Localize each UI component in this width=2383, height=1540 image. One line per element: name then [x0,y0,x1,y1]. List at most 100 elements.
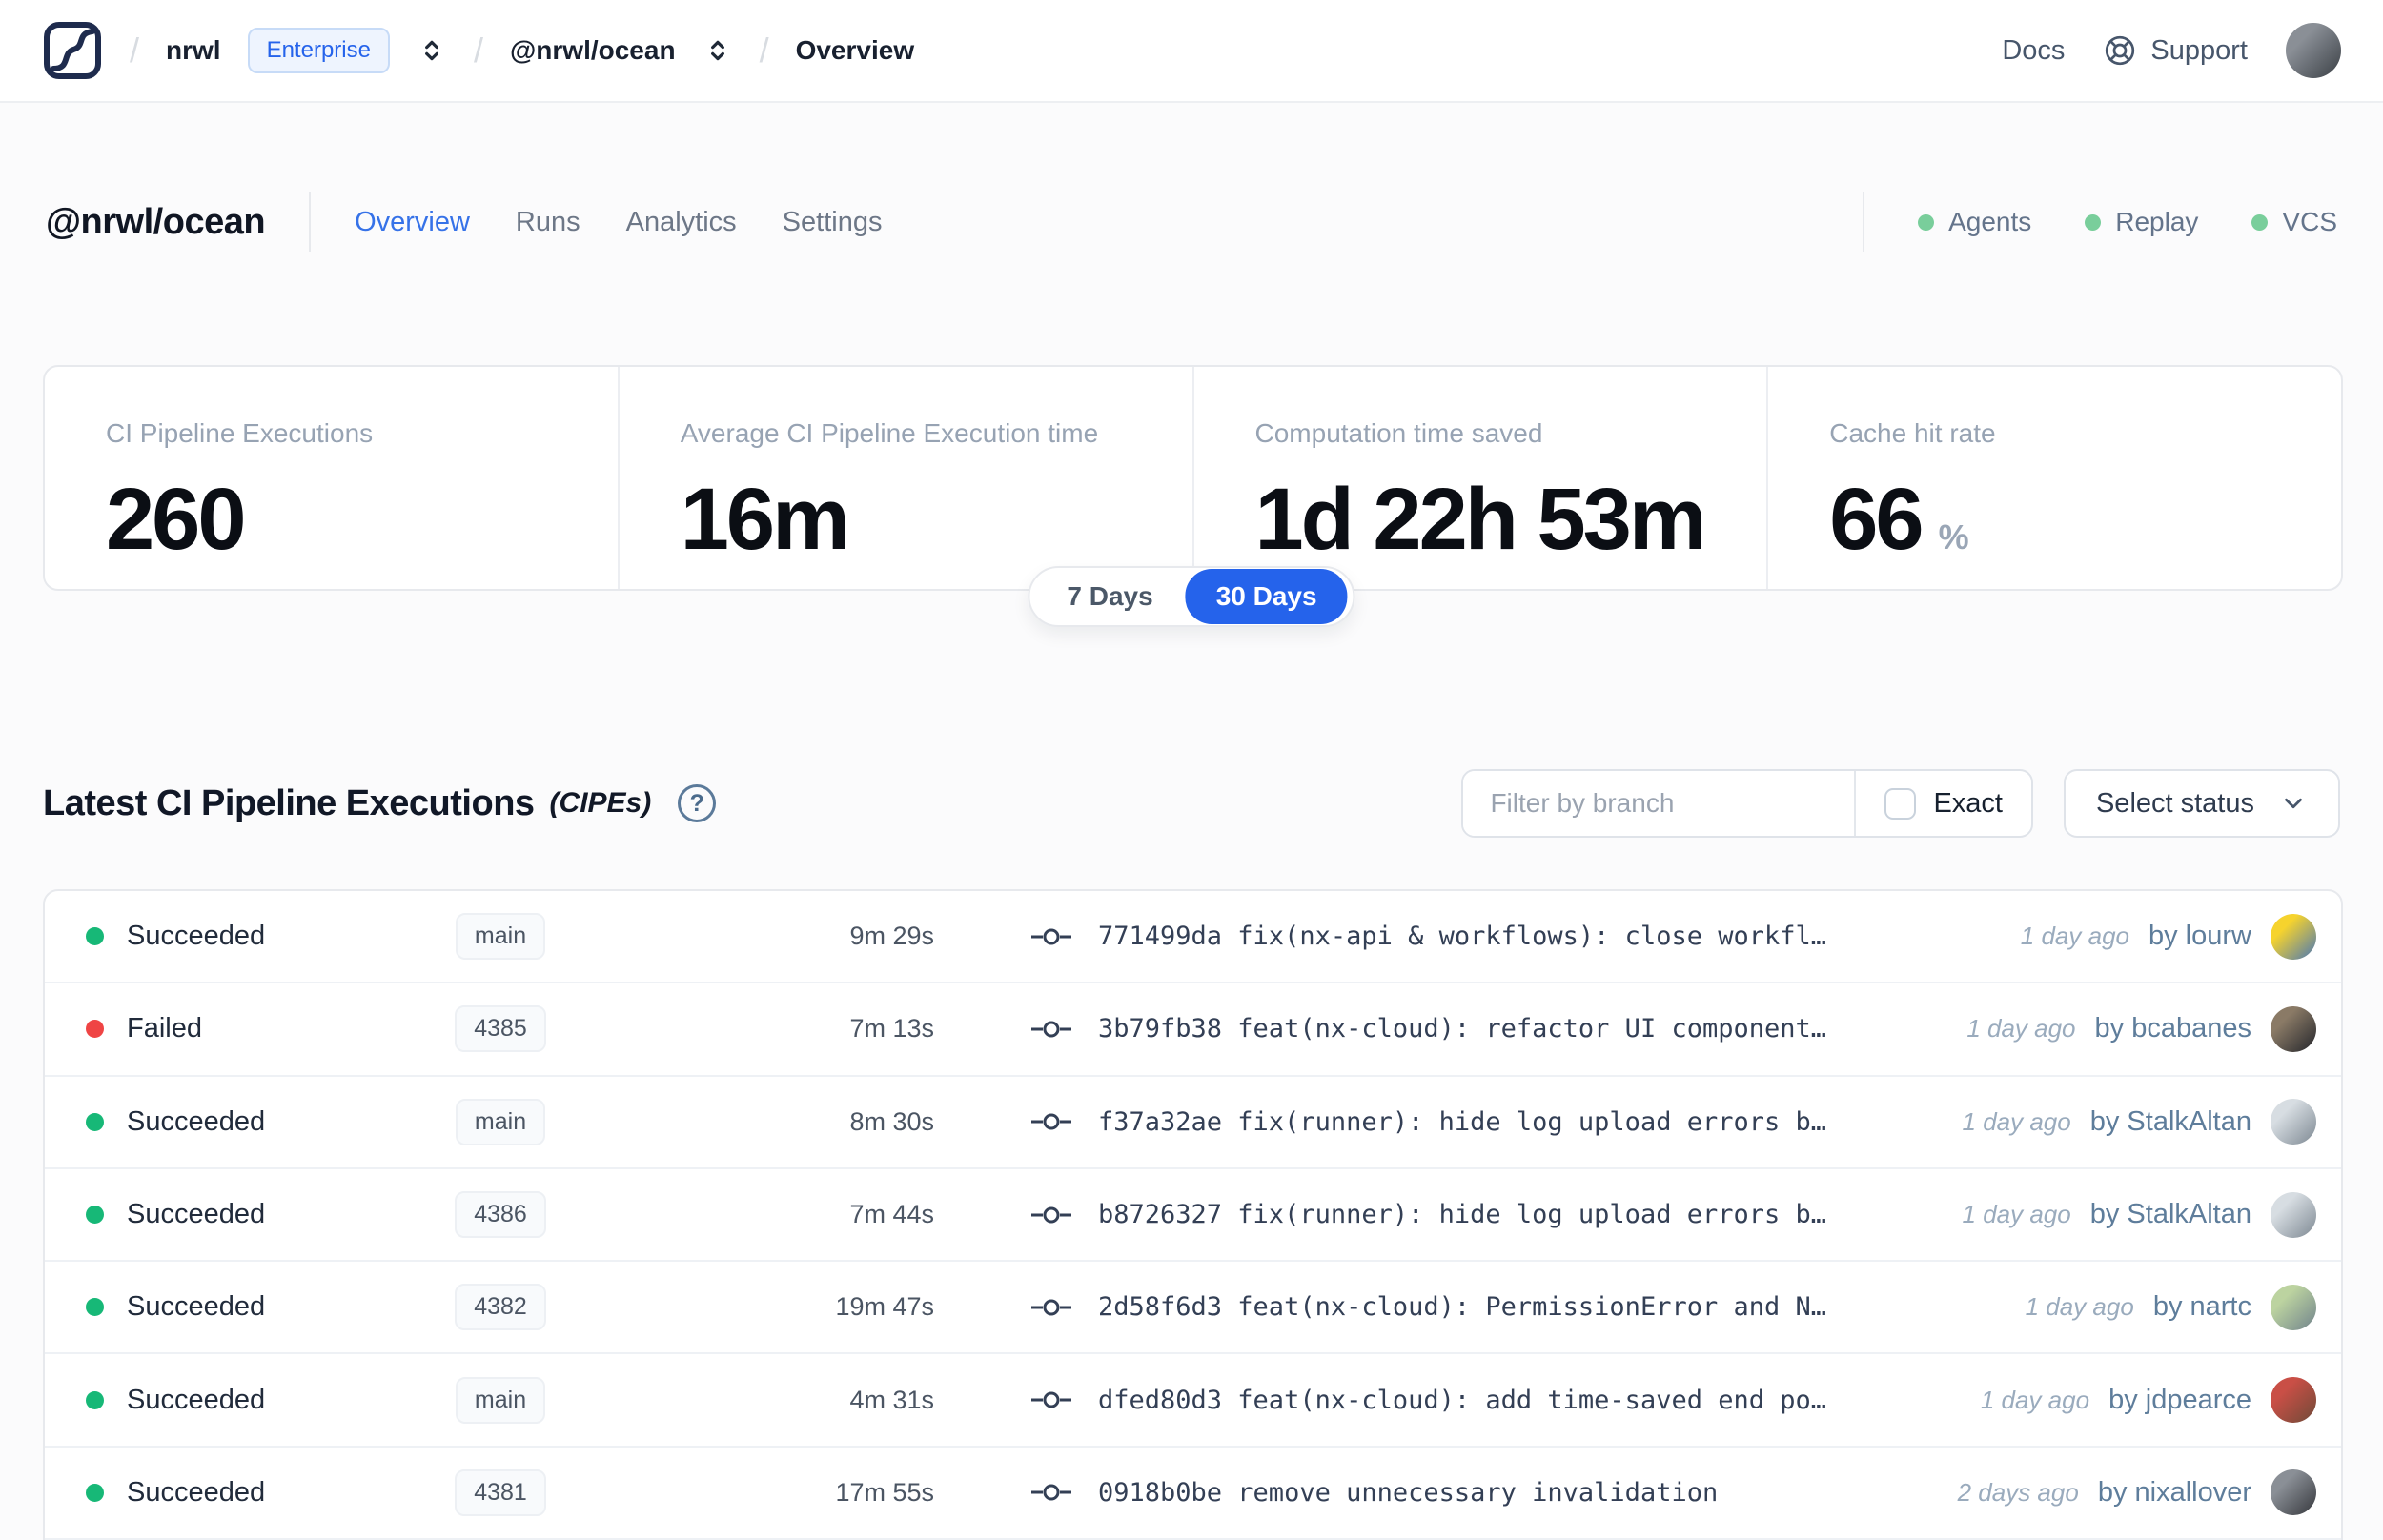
exact-label: Exact [1933,787,2003,819]
commit-icon [1029,1387,1073,1413]
docs-link[interactable]: Docs [2002,35,2065,67]
status-dot-icon [2251,213,2269,231]
breadcrumb-workspace[interactable]: @nrwl/ocean [510,35,676,66]
time-label: 1 day ago [2025,1292,2134,1322]
status-label: Succeeded [127,1291,266,1323]
commit-message[interactable]: 3b79fb38 feat(nx-cloud): refactor UI com… [1098,1014,1826,1044]
stat-computation-time-saved: Computation time saved 1d 22h 53m [1194,367,1769,589]
status-dot-icon [86,1483,104,1502]
workspace-title: @nrwl/ocean [46,201,266,242]
author-label: by nartc [2152,1291,2251,1323]
tab-settings[interactable]: Settings [783,207,883,238]
select-status-button[interactable]: Select status [2063,769,2340,838]
range-30days-button[interactable]: 30 Days [1185,569,1348,624]
workspace-bar: @nrwl/ocean Overview Runs Analytics Sett… [46,187,2337,257]
cipes-filters: Exact Select status [1461,769,2340,838]
duration-label: 7m 13s [849,1014,934,1044]
divider [1863,192,1865,252]
stat-value: 260 [106,471,246,568]
row-avatar [2271,1191,2316,1238]
commit-icon [1029,1479,1073,1506]
stats-card-row: CI Pipeline Executions 260 Average CI Pi… [43,365,2343,591]
status-label: Succeeded [127,1476,266,1508]
status-label: Succeeded [127,921,266,952]
commit-icon [1029,1294,1073,1321]
status-dot-icon [86,927,104,946]
enterprise-badge: Enterprise [247,28,390,73]
stat-value: 66 [1829,471,1924,568]
time-label: 1 day ago [1980,1385,2090,1414]
feature-status-group: Agents Replay VCS [1863,192,2337,252]
author-label: by jdpearce [2108,1384,2251,1415]
tab-runs[interactable]: Runs [516,207,580,238]
cipes-heading: Latest CI Pipeline Executions [43,782,535,823]
author-label: by bcabanes [2094,1013,2251,1044]
commit-icon [1029,923,1073,950]
duration-label: 19m 47s [835,1292,934,1322]
commit-message[interactable]: f37a32ae fix(runner): hide log upload er… [1098,1107,1826,1137]
tab-overview[interactable]: Overview [355,207,470,238]
lifebuoy-icon [2103,33,2137,68]
org-selector-chevrons-icon[interactable] [417,35,447,66]
status-dot-icon [86,1298,104,1317]
branch-badge: 4381 [455,1469,546,1516]
range-toggle: 7 Days 30 Days [1028,566,1355,627]
branch-badge: main [455,913,546,961]
breadcrumb-separator: / [130,30,140,70]
status-label: Succeeded [127,1199,266,1230]
feature-vcs: VCS [2251,207,2337,237]
branch-badge: 4385 [455,1005,546,1053]
feature-agents: Agents [1918,207,2031,237]
commit-message[interactable]: dfed80d3 feat(nx-cloud): add time-saved … [1098,1386,1826,1415]
tab-analytics[interactable]: Analytics [626,207,737,238]
cipes-header: Latest CI Pipeline Executions (CIPEs) ? … [43,762,2340,844]
row-avatar [2271,1377,2316,1424]
range-7days-button[interactable]: 7 Days [1034,581,1185,612]
nx-cloud-logo-icon[interactable] [42,20,103,81]
branch-filter-input[interactable] [1463,771,1855,836]
breadcrumb-org[interactable]: nrwl [166,35,221,66]
divider [309,192,312,252]
commit-message[interactable]: 2d58f6d3 feat(nx-cloud): PermissionError… [1098,1292,1826,1322]
branch-badge: 4386 [455,1191,546,1239]
time-label: 1 day ago [1962,1106,2071,1136]
table-row[interactable]: Succeeded main 4m 31s dfed80d3 feat(nx-c… [45,1354,2341,1448]
table-row[interactable]: Succeeded main 9m 29s 771499da fix(nx-ap… [45,891,2341,984]
topbar-actions: Docs Support [2002,23,2341,78]
time-label: 1 day ago [2020,922,2129,951]
commit-message[interactable]: b8726327 fix(runner): hide log upload er… [1098,1200,1826,1229]
user-avatar[interactable] [2286,23,2341,78]
breadcrumb: / nrwl Enterprise / @nrwl/ocean / Overvi… [42,20,914,81]
author-label: by StalkAltan [2089,1199,2251,1230]
author-label: by nixallover [2097,1476,2251,1508]
row-avatar [2271,1005,2316,1052]
table-row[interactable]: Failed 4385 7m 13s 3b79fb38 feat(nx-clou… [45,983,2341,1077]
branch-badge: main [455,1376,546,1424]
table-row[interactable]: Succeeded main 8m 30s f37a32ae fix(runne… [45,1077,2341,1169]
commit-icon [1029,1016,1073,1043]
exact-checkbox[interactable] [1884,787,1917,820]
breadcrumb-page: Overview [795,35,915,65]
commit-message[interactable]: 0918b0be remove unnecessary invalidation [1098,1478,1718,1508]
row-avatar [2271,1469,2316,1516]
duration-label: 7m 44s [849,1200,934,1229]
commit-message[interactable]: 771499da fix(nx-api & workflows): close … [1098,922,1826,951]
duration-label: 17m 55s [835,1477,934,1507]
support-link[interactable]: Support [2103,33,2248,68]
stat-average-execution-time: Average CI Pipeline Execution time 16m [620,367,1194,589]
status-dot-icon [86,1390,104,1409]
commit-icon [1029,1202,1073,1228]
exact-filter: Exact [1854,771,2031,836]
table-row[interactable]: Succeeded 4381 17m 55s 0918b0be remove u… [45,1448,2341,1540]
workspace-selector-chevrons-icon[interactable] [703,35,733,66]
table-row[interactable]: Succeeded 4382 19m 47s 2d58f6d3 feat(nx-… [45,1262,2341,1355]
stat-value: 1d 22h 53m [1254,471,1707,568]
table-row[interactable]: Succeeded 4386 7m 44s b8726327 fix(runne… [45,1169,2341,1263]
author-label: by StalkAltan [2089,1105,2251,1137]
commit-icon [1029,1108,1073,1135]
status-label: Failed [127,1013,202,1044]
help-icon[interactable]: ? [678,784,717,822]
cipe-table: Succeeded main 9m 29s 771499da fix(nx-ap… [43,889,2343,1540]
status-dot-icon [1918,213,1935,231]
stat-value: 16m [680,471,850,568]
